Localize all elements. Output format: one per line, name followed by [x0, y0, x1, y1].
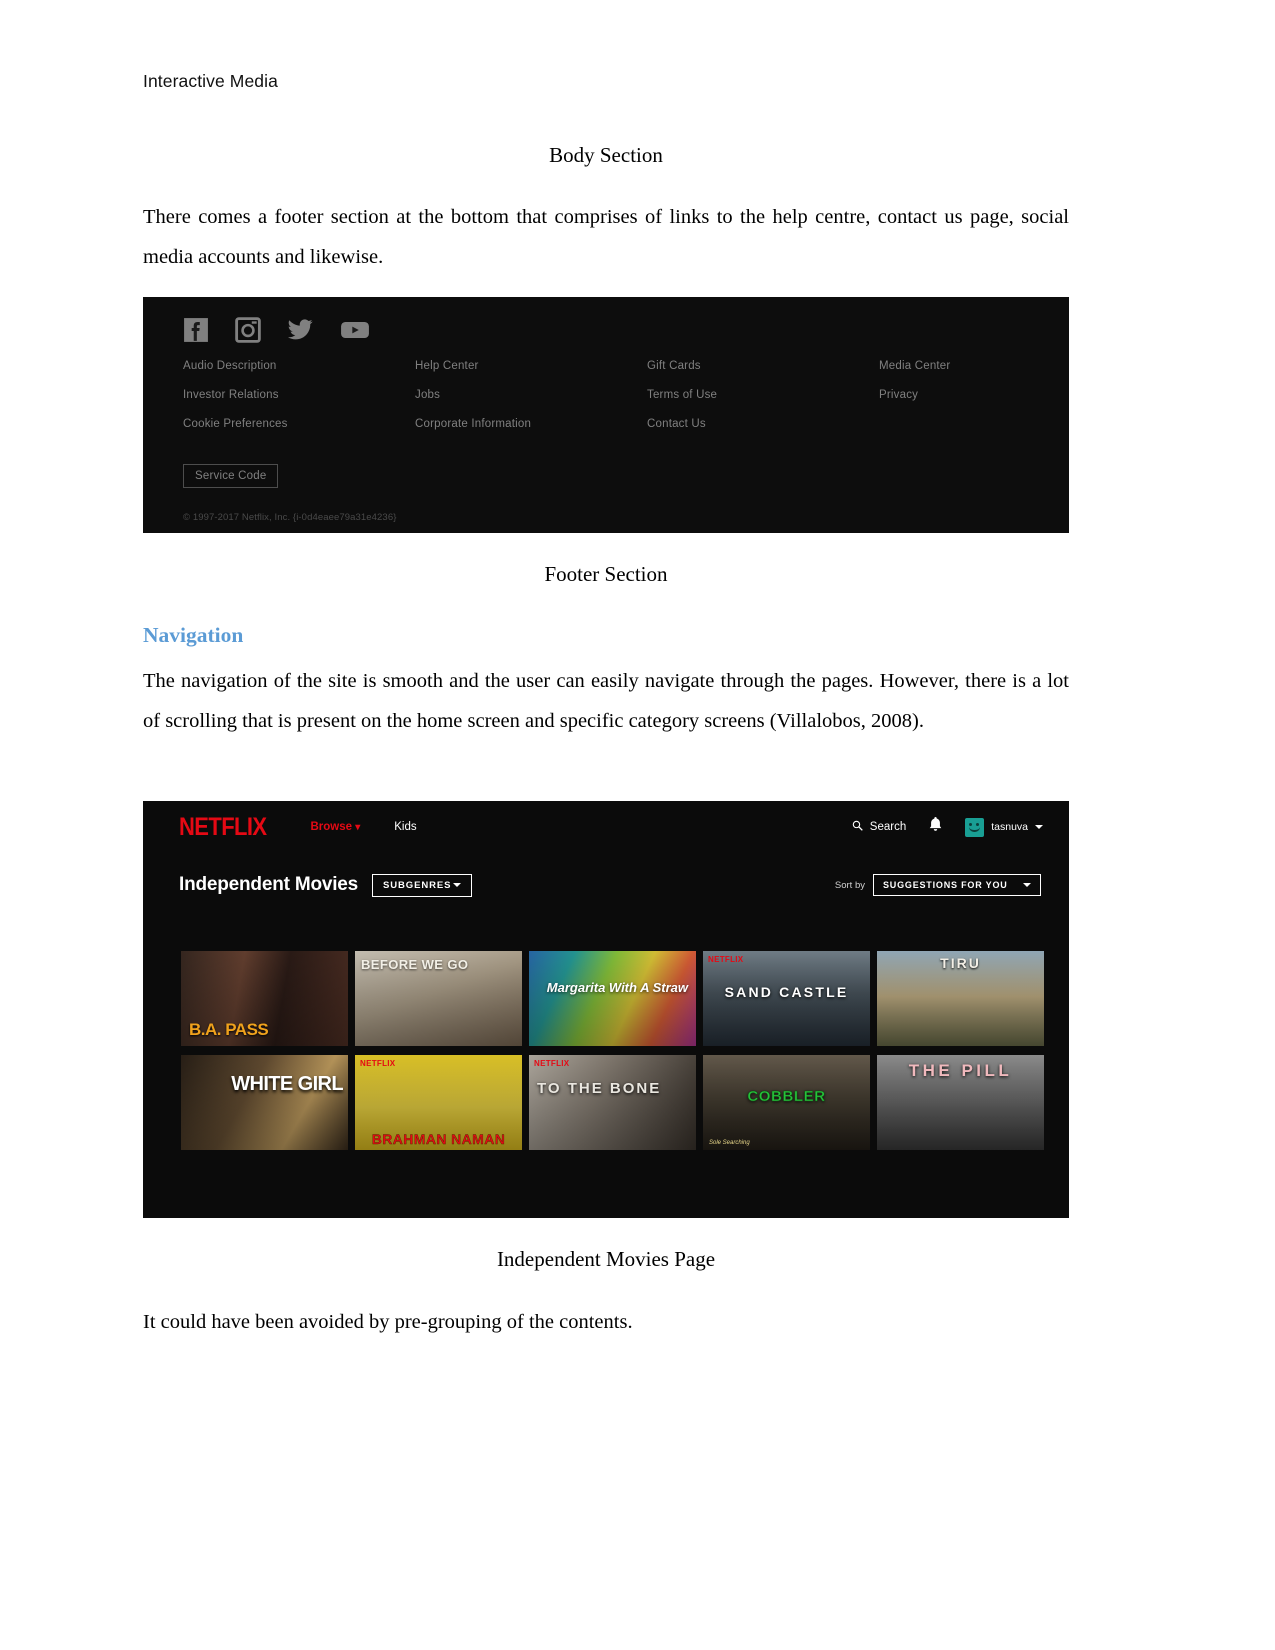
movie-title: SAND CASTLE — [724, 984, 849, 1000]
twitter-icon[interactable] — [287, 317, 314, 343]
movie-tile[interactable]: NETFLIX BRAHMAN NAMAN — [355, 1055, 522, 1150]
movie-subtitle: Sole Searching — [709, 1140, 750, 1146]
nav-item-kids[interactable]: Kids — [394, 821, 416, 833]
movie-tile-grid: B.A. PASS BEFORE WE GO Margarita With A … — [181, 951, 1047, 1150]
netflix-footer-screenshot: Audio Description Help Center Gift Cards… — [143, 297, 1069, 533]
movie-title: WHITE GIRL — [231, 1073, 343, 1095]
paragraph-closing: It could have been avoided by pre-groupi… — [143, 1311, 633, 1333]
caption-footer-section: Footer Section — [544, 562, 668, 586]
sort-by-dropdown[interactable]: SUGGESTIONS FOR YOU — [873, 874, 1041, 896]
search-icon — [852, 820, 863, 834]
sort-by-value: SUGGESTIONS FOR YOU — [883, 880, 1008, 890]
genre-header-row: Independent Movies SUBGENRES Sort by SUG… — [143, 869, 1069, 901]
netflix-nav-bar: NETFLIX Browse ▾ Kids Search tasnuva — [143, 801, 1069, 853]
footer-link-corporate-information[interactable]: Corporate Information — [415, 418, 647, 430]
caption-independent-movies: Independent Movies Page — [496, 1247, 716, 1271]
heading-navigation: Navigation — [143, 623, 244, 647]
footer-link-empty — [879, 418, 1029, 430]
movie-title: TIRU — [940, 955, 981, 971]
movie-tile[interactable]: NETFLIX TO THE BONE — [529, 1055, 696, 1150]
movie-tile[interactable]: WHITE GIRL — [181, 1055, 348, 1150]
copyright-text: © 1997-2017 Netflix, Inc. {i-0d4eaee79a3… — [183, 512, 397, 523]
chevron-down-icon — [453, 883, 462, 887]
chevron-down-icon — [1035, 825, 1043, 829]
subgenres-dropdown[interactable]: SUBGENRES — [372, 873, 473, 897]
movie-tile[interactable]: Margarita With A Straw — [529, 951, 696, 1046]
netflix-original-badge: NETFLIX — [708, 955, 744, 964]
user-name-label: tasnuva — [991, 821, 1028, 833]
movie-title: Margarita With A Straw — [546, 980, 688, 995]
social-icon-row — [183, 317, 370, 343]
movie-title: THE PILL — [908, 1061, 1013, 1080]
paragraph-footer-description: There comes a footer section at the bott… — [143, 206, 1069, 268]
chevron-down-icon: ▾ — [355, 822, 361, 833]
netflix-logo[interactable]: NETFLIX — [179, 812, 267, 841]
footer-link-terms-of-use[interactable]: Terms of Use — [647, 389, 879, 401]
footer-link-gift-cards[interactable]: Gift Cards — [647, 360, 879, 372]
page-title: Independent Movies — [179, 874, 359, 895]
movie-tile[interactable]: B.A. PASS — [181, 951, 348, 1046]
movie-title: BRAHMAN NAMAN — [371, 1131, 506, 1147]
user-profile-menu[interactable]: tasnuva — [965, 817, 1043, 837]
instagram-icon[interactable] — [235, 317, 261, 343]
paragraph-navigation-description: The navigation of the site is smooth and… — [143, 670, 1069, 732]
footer-link-media-center[interactable]: Media Center — [879, 360, 1029, 372]
nav-browse-label: Browse — [310, 821, 353, 833]
footer-link-audio-description[interactable]: Audio Description — [183, 360, 415, 372]
netflix-original-badge: NETFLIX — [534, 1059, 570, 1068]
sort-by-group: Sort by SUGGESTIONS FOR YOU — [835, 874, 1041, 896]
movie-title: TO THE BONE — [537, 1080, 662, 1097]
sort-by-label: Sort by — [834, 879, 865, 891]
youtube-icon[interactable] — [340, 317, 370, 343]
movie-tile[interactable]: TIRU — [877, 951, 1044, 1046]
footer-link-cookie-preferences[interactable]: Cookie Preferences — [183, 418, 415, 430]
document-page: Interactive Media Body Section There com… — [0, 0, 1275, 1650]
netflix-browse-screenshot: NETFLIX Browse ▾ Kids Search tasnuva Ind… — [143, 801, 1069, 1218]
movie-tile[interactable]: BEFORE WE GO — [355, 951, 522, 1046]
facebook-icon[interactable] — [183, 317, 209, 343]
service-code-button[interactable]: Service Code — [183, 464, 279, 488]
footer-link-help-center[interactable]: Help Center — [415, 360, 647, 372]
subgenres-label: SUBGENRES — [383, 879, 452, 891]
footer-link-grid: Audio Description Help Center Gift Cards… — [183, 360, 1029, 430]
footer-link-contact-us[interactable]: Contact Us — [647, 418, 879, 430]
netflix-original-badge: NETFLIX — [360, 1059, 396, 1068]
movie-tile[interactable]: THE PILL — [877, 1055, 1044, 1150]
search-button[interactable]: Search — [852, 820, 906, 834]
notifications-bell-icon[interactable] — [928, 816, 943, 838]
avatar — [965, 817, 985, 837]
footer-link-jobs[interactable]: Jobs — [415, 389, 647, 401]
movie-title: COBBLER — [747, 1088, 826, 1105]
movie-tile[interactable]: NETFLIX SAND CASTLE — [703, 951, 870, 1046]
nav-right-group: Search tasnuva — [852, 816, 1043, 838]
chevron-down-icon — [1023, 883, 1031, 887]
caption-body-section: Body Section — [549, 143, 663, 167]
footer-link-investor-relations[interactable]: Investor Relations — [183, 389, 415, 401]
movie-title: B.A. PASS — [189, 1019, 269, 1039]
nav-item-browse[interactable]: Browse ▾ — [310, 821, 360, 833]
footer-link-privacy[interactable]: Privacy — [879, 389, 1029, 401]
running-header: Interactive Media — [143, 71, 278, 91]
search-label: Search — [869, 821, 907, 833]
movie-title: BEFORE WE GO — [361, 957, 469, 972]
movie-tile[interactable]: COBBLER Sole Searching — [703, 1055, 870, 1150]
